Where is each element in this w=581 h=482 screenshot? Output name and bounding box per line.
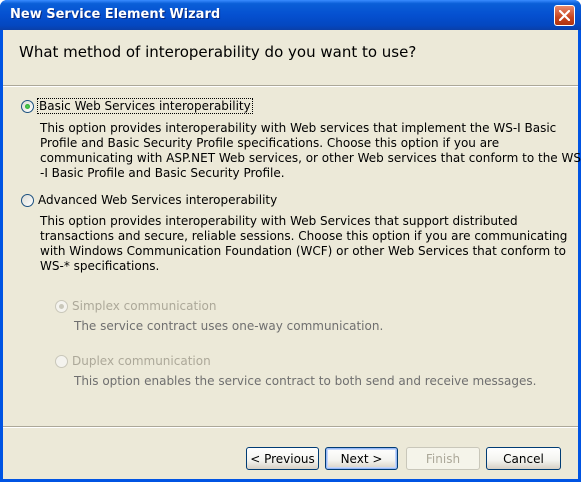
duplex-radio[interactable] xyxy=(55,354,68,368)
window-title: New Service Element Wizard xyxy=(10,7,221,22)
basic-interop-label[interactable]: Basic Web Services interoperability xyxy=(37,98,253,114)
finish-button[interactable]: Finish xyxy=(406,447,480,470)
advanced-interop-description: This option provides interoperability wi… xyxy=(40,214,568,273)
close-icon xyxy=(559,10,570,21)
next-button[interactable]: Next > xyxy=(325,447,398,470)
duplex-description: This option enables the service contract… xyxy=(74,374,537,388)
page-heading: What method of interoperability do you w… xyxy=(19,43,417,61)
wizard-body: What method of interoperability do you w… xyxy=(3,30,581,479)
title-bar: New Service Element Wizard xyxy=(0,0,581,30)
basic-interop-description: This option provides interoperability wi… xyxy=(40,121,581,180)
header-divider xyxy=(3,85,578,87)
simplex-label[interactable]: Simplex communication xyxy=(72,299,216,313)
simplex-radio[interactable] xyxy=(55,299,68,313)
basic-interop-radio[interactable] xyxy=(21,99,34,113)
advanced-interop-label[interactable]: Advanced Web Services interoperability xyxy=(38,193,277,207)
advanced-interop-radio[interactable] xyxy=(21,193,34,207)
duplex-option[interactable]: Duplex communication xyxy=(55,354,211,368)
cancel-button[interactable]: Cancel xyxy=(486,447,561,470)
wizard-window: New Service Element Wizard What method o… xyxy=(0,0,581,482)
advanced-interop-option[interactable]: Advanced Web Services interoperability xyxy=(21,193,277,207)
previous-button[interactable]: < Previous xyxy=(246,447,319,470)
simplex-description: The service contract uses one-way commun… xyxy=(74,319,384,333)
basic-interop-option[interactable]: Basic Web Services interoperability xyxy=(21,98,253,114)
simplex-option[interactable]: Simplex communication xyxy=(55,299,216,313)
duplex-label[interactable]: Duplex communication xyxy=(72,354,211,368)
close-button[interactable] xyxy=(554,5,575,26)
footer-divider xyxy=(3,426,578,428)
